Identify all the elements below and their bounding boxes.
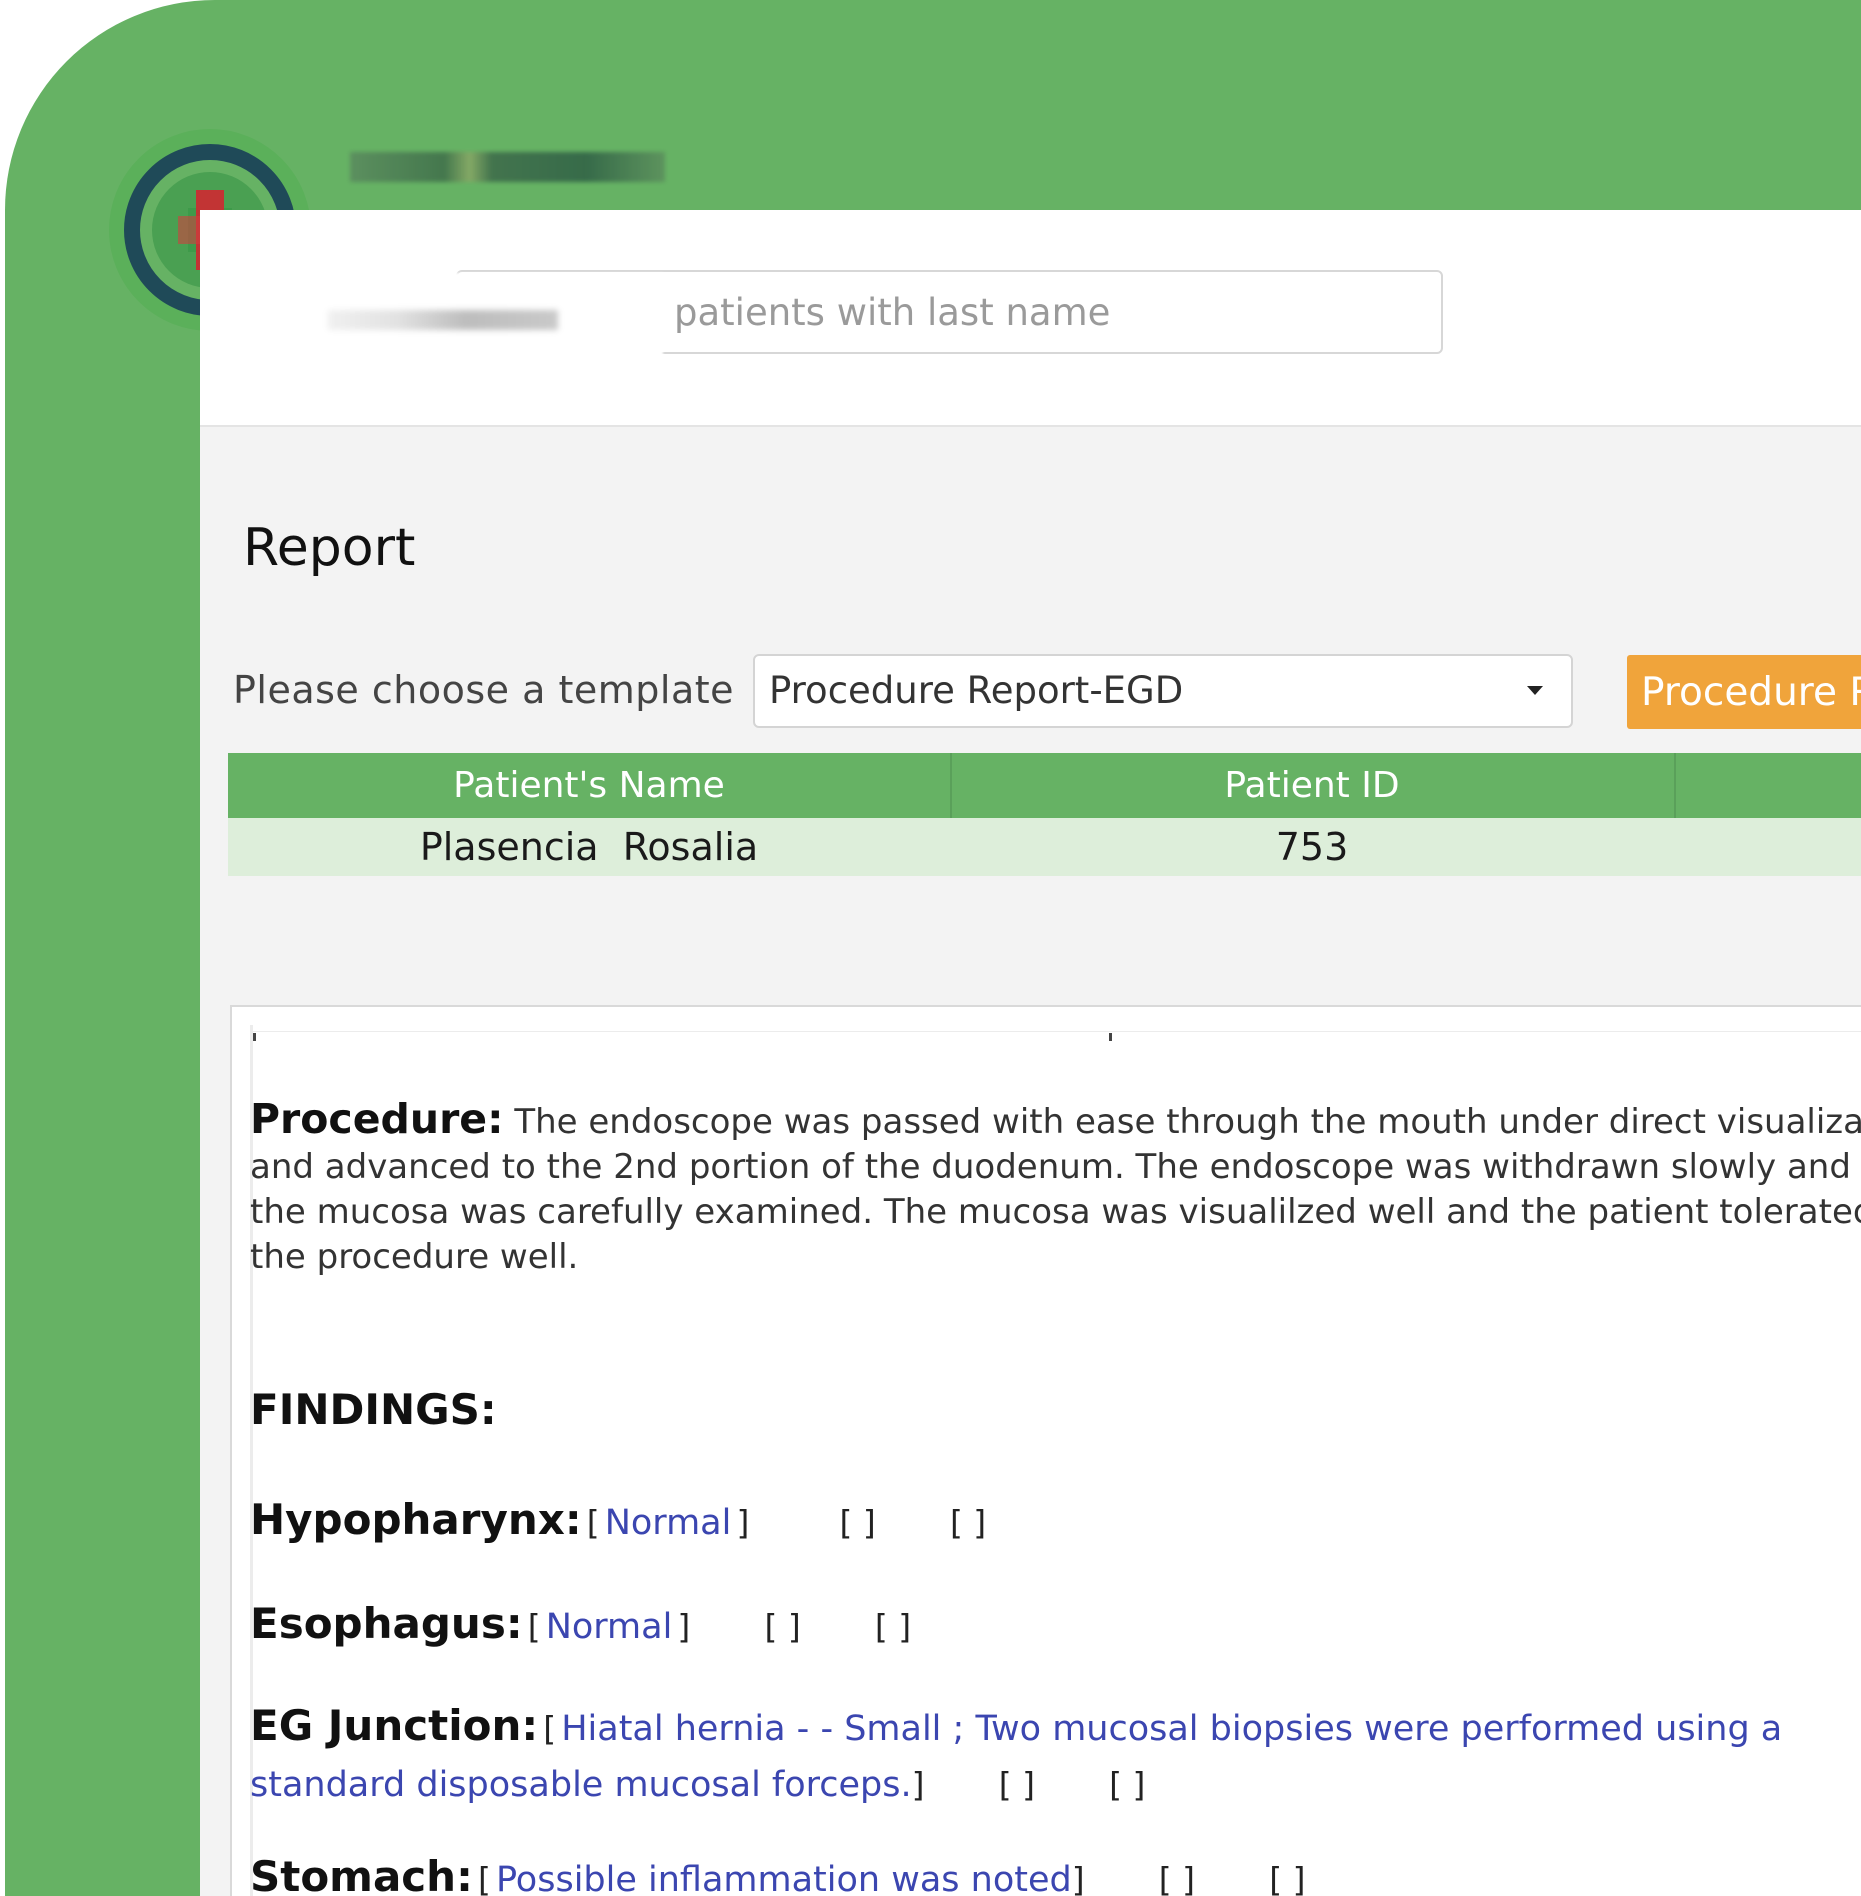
column-header-patient-name[interactable]: Patient's Name — [228, 753, 952, 818]
finding-label: Hypopharynx: — [250, 1495, 582, 1544]
editor-toolbar — [250, 1025, 1861, 1041]
procedure-line: the mucosa was carefully examined. The m… — [250, 1192, 1861, 1232]
procedure-line: Procedure: The endoscope was passed with… — [250, 1097, 1861, 1145]
bracket-open: [ — [543, 1709, 557, 1748]
finding-value[interactable]: Normal — [605, 1503, 732, 1543]
bracket-close: ] — [1071, 1860, 1085, 1896]
empty-field[interactable]: [ ] — [1269, 1860, 1305, 1896]
procedure-report-button[interactable]: Procedure R — [1627, 655, 1861, 729]
procedure-line: and advanced to the 2nd portion of the d… — [250, 1147, 1851, 1187]
empty-field[interactable]: [ ] — [1109, 1765, 1145, 1804]
finding-value[interactable]: Possible inflammation was noted — [496, 1860, 1072, 1896]
page-title: Report — [243, 518, 416, 578]
bracket-open: [ — [527, 1607, 541, 1646]
patient-table: Patient's Name Patient ID Plasencia Rosa… — [228, 753, 1861, 876]
bracket-open: [ — [586, 1503, 600, 1542]
findings-heading: FINDINGS: — [250, 1385, 497, 1434]
finding-value[interactable]: Hiatal hernia - - Small ; Two mucosal bi… — [561, 1709, 1782, 1749]
procedure-label: Procedure: — [250, 1097, 504, 1143]
finding-eg-junction: EG Junction: [ Hiatal hernia - - Small ;… — [250, 1701, 1861, 1816]
table-row[interactable]: Plasencia Rosalia 753 — [228, 818, 1861, 876]
table-header: Patient's Name Patient ID — [228, 753, 1861, 818]
finding-value[interactable]: Normal — [546, 1607, 673, 1647]
column-header-extra[interactable] — [1674, 753, 1861, 818]
empty-field[interactable]: [ ] — [1159, 1860, 1195, 1896]
procedure-paragraph: Procedure: The endoscope was passed with… — [250, 1097, 1861, 1280]
chevron-down-icon — [1527, 686, 1543, 695]
bracket-close: ] — [911, 1765, 925, 1804]
empty-field[interactable]: [ ] — [840, 1503, 876, 1542]
template-selected-value: Procedure Report-EGD — [769, 669, 1184, 712]
empty-field[interactable]: [ ] — [764, 1607, 800, 1646]
empty-field[interactable]: [ ] — [999, 1765, 1035, 1804]
finding-hypopharynx: Hypopharynx: [ Normal ] [ ] [ ] — [250, 1495, 1861, 1544]
template-select[interactable]: Procedure Report-EGD — [753, 654, 1573, 728]
bracket-close: ] — [677, 1607, 691, 1646]
finding-label: Esophagus: — [250, 1599, 523, 1648]
column-header-patient-id[interactable]: Patient ID — [950, 753, 1676, 818]
procedure-line: the procedure well. — [250, 1237, 579, 1277]
finding-esophagus: Esophagus: [ Normal ] [ ] [ ] — [250, 1599, 1861, 1648]
empty-field[interactable]: [ ] — [875, 1607, 911, 1646]
finding-stomach: Stomach: [ Possible inflammation was not… — [250, 1852, 1861, 1896]
empty-field[interactable]: [ ] — [950, 1503, 986, 1542]
app-frame: Report Please choose a template Procedur… — [0, 0, 1861, 1896]
finding-label: Stomach: — [250, 1852, 473, 1896]
toolbar-tick — [253, 1033, 256, 1041]
report-editor[interactable]: Procedure: The endoscope was passed with… — [230, 1005, 1861, 1896]
template-label: Please choose a template — [233, 668, 735, 712]
brand-name-redacted — [350, 152, 665, 182]
toolbar-tick — [1109, 1033, 1112, 1041]
procedure-text: The endoscope was passed with ease throu… — [514, 1102, 1861, 1142]
cell-patient-id: 753 — [1275, 825, 1349, 869]
search-prefix-redacted — [258, 273, 663, 368]
cell-patient-name: Plasencia Rosalia — [419, 825, 759, 869]
bracket-open: [ — [477, 1860, 491, 1896]
bracket-close: ] — [736, 1503, 750, 1542]
finding-value-continued[interactable]: standard disposable mucosal forceps. — [250, 1765, 912, 1805]
finding-label: EG Junction: — [250, 1701, 539, 1750]
